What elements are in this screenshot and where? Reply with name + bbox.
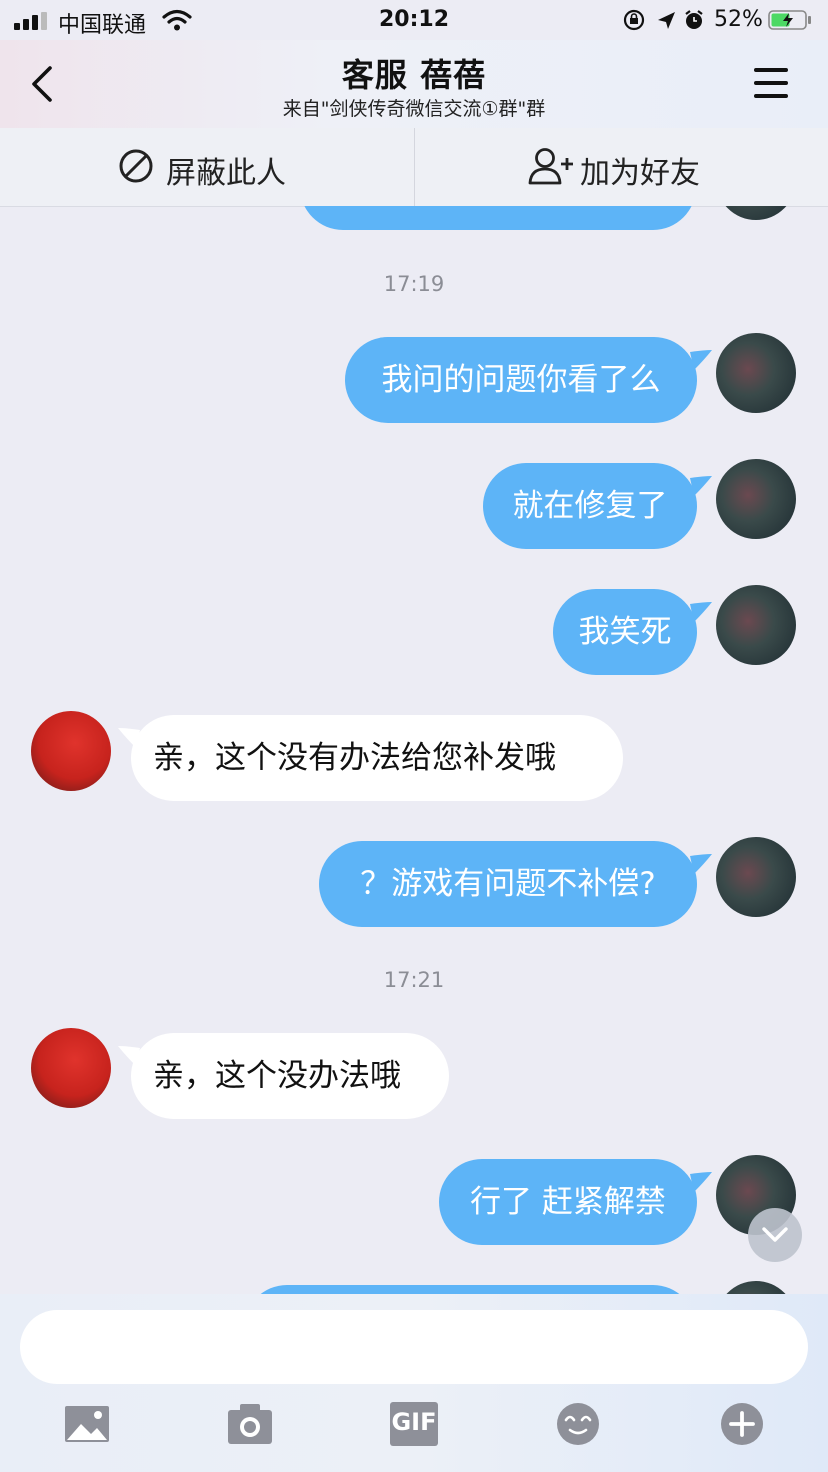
chevron-down-icon (762, 1227, 788, 1242)
message-input[interactable] (20, 1310, 808, 1384)
add-friend-label: 加为好友 (580, 156, 700, 191)
image-icon[interactable] (63, 1402, 111, 1446)
status-bar: 中国联通 20:12 52% (0, 0, 828, 40)
block-user-label: 屏蔽此人 (166, 156, 286, 191)
chat-title: 客服 蓓蓓 (341, 56, 487, 94)
bubble-tail (690, 854, 712, 874)
camera-icon[interactable] (226, 1402, 274, 1446)
message-bubble-outgoing[interactable]: 我笑死 (553, 589, 697, 675)
block-user-button[interactable]: 屏蔽此人 (0, 128, 414, 206)
gif-icon[interactable]: GIF (390, 1402, 438, 1446)
message-bubble-incoming[interactable]: 亲，这个没办法哦 (131, 1033, 449, 1119)
location-icon (658, 12, 675, 29)
action-bar: 屏蔽此人 加为好友 (0, 128, 828, 207)
gif-label: GIF (391, 1408, 437, 1436)
my-avatar[interactable] (716, 459, 796, 539)
timestamp: 17:21 (383, 968, 445, 992)
chat-header: 客服 蓓蓓 来自"剑侠传奇微信交流①群"群 (0, 40, 828, 128)
lock-rotation-icon (623, 9, 645, 31)
message-list[interactable]: 17:19 我问的问题你看了么 就在修复了 我笑死 亲，这个没有办法给您补发哦 … (0, 206, 828, 1294)
message-bubble-outgoing[interactable]: 就在修复了 (483, 463, 697, 549)
add-friend-icon (528, 148, 573, 185)
message-bubble-partial (300, 206, 696, 230)
my-avatar[interactable] (716, 1281, 796, 1294)
input-area: GIF (0, 1294, 828, 1472)
bubble-tail (690, 602, 712, 622)
add-friend-button[interactable]: 加为好友 (415, 128, 828, 206)
menu-icon[interactable] (752, 66, 792, 102)
my-avatar[interactable] (716, 585, 796, 665)
timestamp: 17:19 (383, 272, 445, 296)
message-bubble-outgoing[interactable]: 我问的问题你看了么 (345, 337, 697, 423)
message-bubble-partial (244, 1285, 696, 1294)
chat-subtitle: 来自"剑侠传奇微信交流①群"群 (282, 98, 546, 120)
message-bubble-outgoing[interactable]: ？游戏有问题不补偿? (319, 841, 697, 927)
status-indicators (623, 9, 703, 31)
scroll-to-bottom-button[interactable] (748, 1208, 802, 1262)
bubble-tail (690, 350, 712, 370)
my-avatar[interactable] (716, 333, 796, 413)
message-bubble-outgoing[interactable]: 行了 赶紧解禁 (439, 1159, 697, 1245)
battery-icon (768, 10, 811, 30)
bubble-tail (690, 476, 712, 496)
alarm-icon (685, 10, 703, 29)
block-icon (119, 149, 153, 183)
contact-avatar[interactable] (31, 711, 111, 791)
my-avatar[interactable] (716, 837, 796, 917)
contact-avatar[interactable] (31, 1028, 111, 1108)
message-bubble-incoming[interactable]: 亲，这个没有办法给您补发哦 (131, 715, 623, 801)
emoji-icon[interactable] (554, 1402, 602, 1446)
bubble-tail (690, 1172, 712, 1192)
my-avatar[interactable] (716, 206, 796, 220)
battery-percent: 52% (714, 7, 763, 32)
plus-icon[interactable] (718, 1402, 766, 1446)
